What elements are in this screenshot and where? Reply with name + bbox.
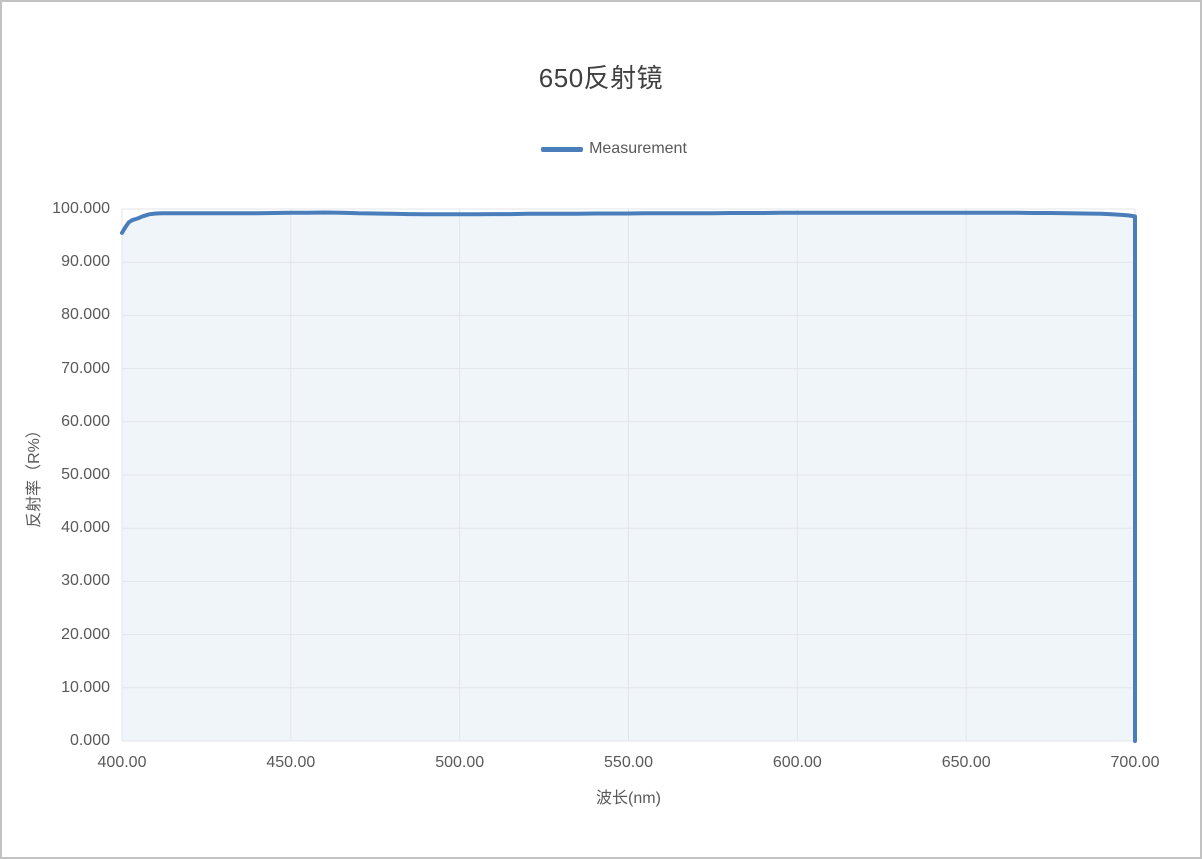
plot-area: [2, 2, 1202, 859]
y-tick-label: 90.000: [2, 254, 110, 270]
y-tick-label: 20.000: [2, 627, 110, 643]
chart-canvas: 650反射镜 Measurement 0.00010.00020.00030.0…: [0, 0, 1202, 859]
y-tick-label: 50.000: [2, 467, 110, 483]
x-tick-label: 500.00: [415, 755, 505, 771]
y-tick-label: 40.000: [2, 520, 110, 536]
y-tick-label: 10.000: [2, 680, 110, 696]
x-tick-label: 700.00: [1090, 755, 1180, 771]
y-tick-label: 60.000: [2, 414, 110, 430]
x-tick-label: 650.00: [921, 755, 1011, 771]
y-tick-label: 0.000: [2, 733, 110, 749]
y-tick-label: 30.000: [2, 573, 110, 589]
y-tick-label: 70.000: [2, 361, 110, 377]
y-axis-title: 反射率（R%）: [20, 422, 44, 528]
x-tick-label: 600.00: [752, 755, 842, 771]
y-tick-label: 100.000: [2, 201, 110, 217]
x-tick-label: 550.00: [584, 755, 674, 771]
y-tick-label: 80.000: [2, 307, 110, 323]
x-axis-title: 波长(nm): [122, 784, 1135, 808]
x-tick-label: 450.00: [246, 755, 336, 771]
x-tick-label: 400.00: [77, 755, 167, 771]
